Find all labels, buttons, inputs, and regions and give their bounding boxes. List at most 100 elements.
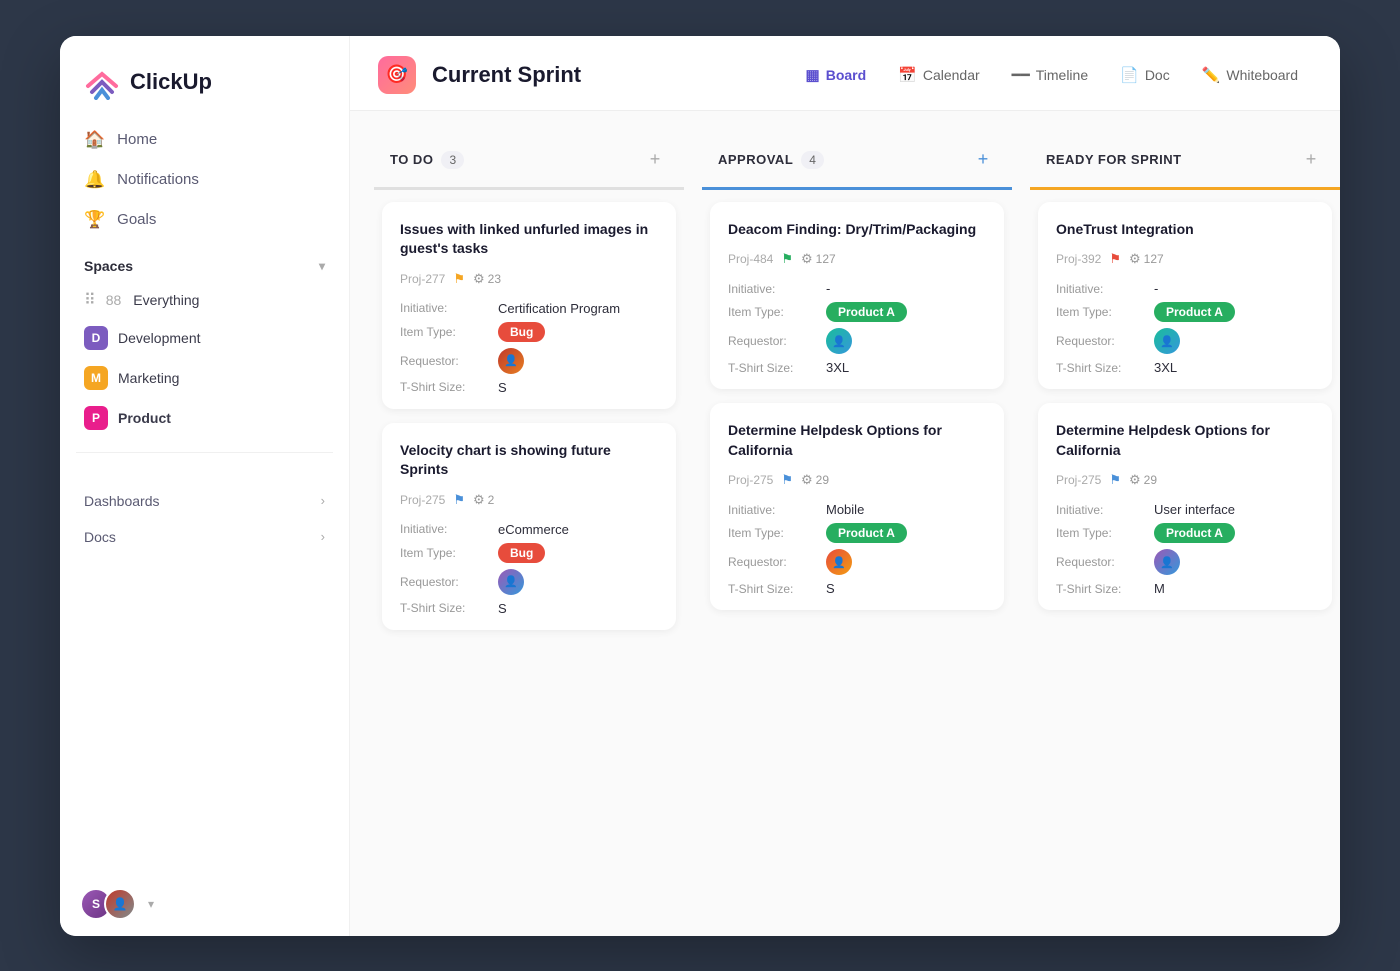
- add-ready-button[interactable]: +: [1298, 147, 1324, 173]
- chevron-down-icon: ▾: [319, 259, 325, 273]
- column-approval: APPROVAL 4 + Deacom Finding: Dry/Trim/Pa…: [702, 135, 1012, 912]
- avatar-stack: S 👤: [80, 888, 136, 920]
- card-fields-c1: Initiative: Certification Program Item T…: [400, 301, 658, 395]
- requestor-avatar-c5: 👤: [1154, 328, 1180, 354]
- flag-yellow-icon: ⚑: [453, 271, 465, 287]
- app-name: ClickUp: [130, 69, 212, 95]
- card-title-c3: Deacom Finding: Dry/Trim/Packaging: [728, 220, 986, 240]
- column-header-ready: READY FOR SPRINT +: [1030, 135, 1340, 190]
- flag-green-icon: ⚑: [781, 251, 793, 267]
- column-title-todo: TO DO: [390, 152, 433, 167]
- card-meta-c3: Proj-484 ⚑ 127: [728, 251, 986, 267]
- product-space-icon: P: [84, 406, 108, 430]
- notifications-label: Notifications: [117, 171, 199, 188]
- sidebar-item-goals[interactable]: 🏆 Goals: [72, 200, 337, 240]
- product-label: Product: [118, 410, 171, 426]
- effort-c2: 2: [473, 492, 494, 508]
- flag-blue-icon-3: ⚑: [1109, 472, 1121, 488]
- header-tabs: ▦ Board 📅 Calendar ━━ Timeline 📄 Doc: [792, 58, 1312, 92]
- whiteboard-icon: ✏️: [1202, 66, 1221, 84]
- todo-cards: Issues with linked unfurled images in gu…: [374, 190, 684, 912]
- card-meta-c6: Proj-275 ⚑ 29: [1056, 472, 1314, 488]
- flag-red-icon: ⚑: [1109, 251, 1121, 267]
- sidebar-bottom-nav: Dashboards › Docs ›: [60, 467, 349, 571]
- bug-badge: Bug: [498, 322, 545, 342]
- spaces-list: ⠿ 88 Everything D Development M Marketin…: [60, 282, 349, 438]
- ready-cards: OneTrust Integration Proj-392 ⚑ 127 Init…: [1030, 190, 1340, 912]
- sidebar-item-development[interactable]: D Development: [72, 318, 337, 358]
- card-meta-c2: Proj-275 ⚑ 2: [400, 492, 658, 508]
- card-meta-c1: Proj-277 ⚑ 23: [400, 271, 658, 287]
- bell-icon: 🔔: [84, 170, 105, 190]
- tab-doc[interactable]: 📄 Doc: [1106, 58, 1184, 92]
- requestor-avatar-c4: 👤: [826, 549, 852, 575]
- board-icon: ▦: [806, 66, 820, 84]
- home-label: Home: [117, 131, 157, 148]
- requestor-avatar-c2: 👤: [498, 569, 524, 595]
- home-icon: 🏠: [84, 130, 105, 150]
- card-meta-c5: Proj-392 ⚑ 127: [1056, 251, 1314, 267]
- requestor-avatar-c3: 👤: [826, 328, 852, 354]
- column-header-approval: APPROVAL 4 +: [702, 135, 1012, 190]
- logo: ClickUp: [60, 36, 349, 120]
- tab-calendar[interactable]: 📅 Calendar: [884, 58, 994, 92]
- development-label: Development: [118, 330, 201, 346]
- chevron-right-icon: ›: [321, 493, 325, 508]
- sprint-icon: 🎯: [378, 56, 416, 94]
- tab-timeline[interactable]: ━━ Timeline: [998, 58, 1102, 92]
- card-title-c1: Issues with linked unfurled images in gu…: [400, 220, 658, 259]
- card-c3[interactable]: Deacom Finding: Dry/Trim/Packaging Proj-…: [710, 202, 1004, 390]
- card-c2[interactable]: Velocity chart is showing future Sprints…: [382, 423, 676, 630]
- requestor-avatar-c6: 👤: [1154, 549, 1180, 575]
- card-title-c2: Velocity chart is showing future Sprints: [400, 441, 658, 480]
- add-todo-button[interactable]: +: [642, 147, 668, 173]
- grid-icon: ⠿: [84, 290, 96, 310]
- card-meta-c4: Proj-275 ⚑ 29: [728, 472, 986, 488]
- card-field-initiative: Initiative: Certification Program: [400, 301, 658, 316]
- trophy-icon: 🏆: [84, 210, 105, 230]
- requestor-avatar-c1: 👤: [498, 348, 524, 374]
- sidebar-item-marketing[interactable]: M Marketing: [72, 358, 337, 398]
- card-c4[interactable]: Determine Helpdesk Options for Californi…: [710, 403, 1004, 610]
- card-c6[interactable]: Determine Helpdesk Options for Californi…: [1038, 403, 1332, 610]
- card-field-size: T-Shirt Size: S: [400, 380, 658, 395]
- header-top: 🎯 Current Sprint ▦ Board 📅 Calendar ━━ T…: [378, 56, 1312, 94]
- card-c5[interactable]: OneTrust Integration Proj-392 ⚑ 127 Init…: [1038, 202, 1332, 390]
- add-approval-button[interactable]: +: [970, 147, 996, 173]
- main-header: 🎯 Current Sprint ▦ Board 📅 Calendar ━━ T…: [350, 36, 1340, 111]
- column-title-ready: READY FOR SPRINT: [1046, 152, 1182, 167]
- flag-blue-icon-2: ⚑: [781, 472, 793, 488]
- board-area: TO DO 3 + Issues with linked unfurled im…: [350, 111, 1340, 936]
- sidebar-footer: S 👤 ▾: [60, 872, 349, 936]
- column-header-todo: TO DO 3 +: [374, 135, 684, 190]
- column-ready: READY FOR SPRINT + OneTrust Integration …: [1030, 135, 1340, 912]
- card-c1[interactable]: Issues with linked unfurled images in gu…: [382, 202, 676, 409]
- column-title-approval: APPROVAL: [718, 152, 793, 167]
- avatar-2: 👤: [104, 888, 136, 920]
- tab-board[interactable]: ▦ Board: [792, 58, 881, 92]
- tab-whiteboard[interactable]: ✏️ Whiteboard: [1188, 58, 1312, 92]
- sidebar-item-dashboards[interactable]: Dashboards ›: [72, 483, 337, 519]
- sidebar-item-notifications[interactable]: 🔔 Notifications: [72, 160, 337, 200]
- sidebar-item-docs[interactable]: Docs ›: [72, 519, 337, 555]
- card-fields-c2: Initiative: eCommerce Item Type: Bug Req…: [400, 522, 658, 616]
- size-value: S: [498, 380, 507, 395]
- sidebar: ClickUp 🏠 Home 🔔 Notifications 🏆 Goals S…: [60, 36, 350, 936]
- card-field-requestor: Requestor: 👤: [400, 348, 658, 374]
- sidebar-item-everything[interactable]: ⠿ 88 Everything: [72, 282, 337, 318]
- spaces-section: Spaces ▾: [60, 240, 349, 282]
- spaces-label: Spaces: [84, 258, 133, 274]
- marketing-space-icon: M: [84, 366, 108, 390]
- sidebar-item-home[interactable]: 🏠 Home: [72, 120, 337, 160]
- initiative-value: Certification Program: [498, 301, 620, 316]
- main-content: 🎯 Current Sprint ▦ Board 📅 Calendar ━━ T…: [350, 36, 1340, 936]
- timeline-icon: ━━: [1012, 66, 1030, 84]
- sidebar-item-product[interactable]: P Product: [72, 398, 337, 438]
- card-title-c6: Determine Helpdesk Options for Californi…: [1056, 421, 1314, 460]
- clickup-logo-icon: [84, 64, 120, 100]
- footer-chevron-icon[interactable]: ▾: [148, 897, 154, 911]
- card-title-c4: Determine Helpdesk Options for Californi…: [728, 421, 986, 460]
- card-id-c1: Proj-277: [400, 272, 445, 286]
- marketing-label: Marketing: [118, 370, 179, 386]
- card-field-itemtype: Item Type: Bug: [400, 322, 658, 342]
